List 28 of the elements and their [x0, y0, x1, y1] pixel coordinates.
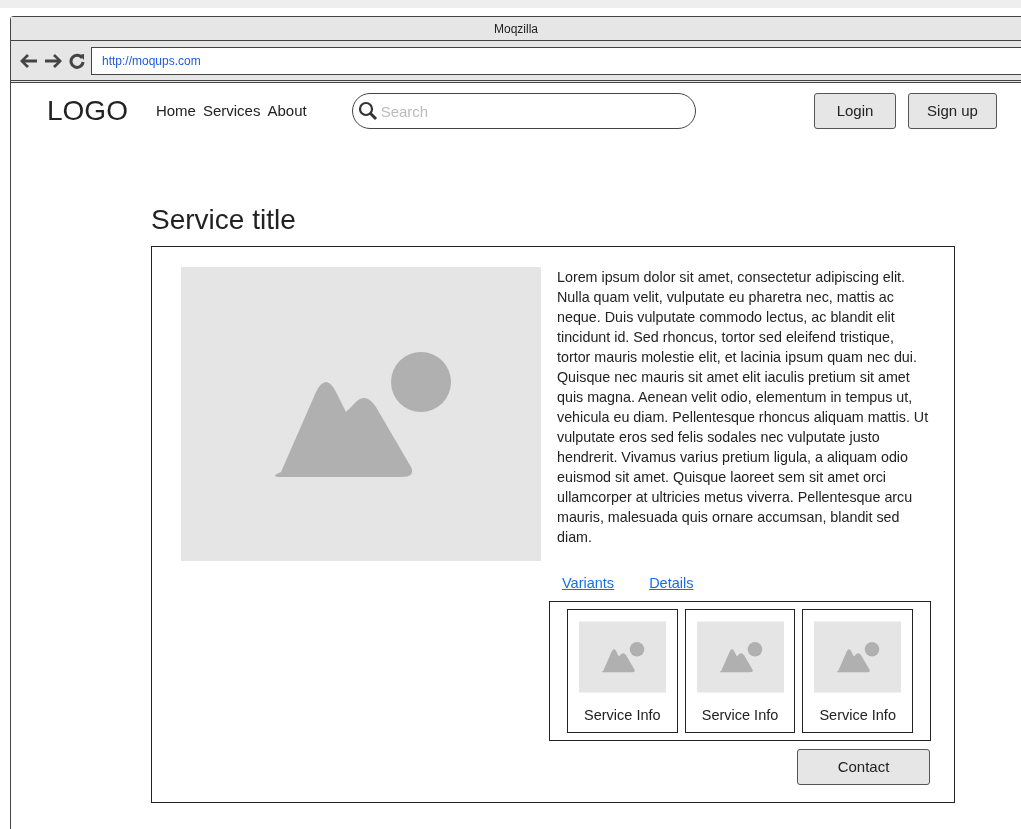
contact-button[interactable]: Contact: [797, 748, 930, 785]
search-icon: [357, 101, 378, 121]
reload-icon[interactable]: [69, 52, 85, 69]
card-label: Service Info: [701, 705, 779, 725]
back-icon[interactable]: [19, 52, 38, 69]
nav-link[interactable]: Services: [202, 99, 261, 123]
logo: LOGO: [47, 94, 128, 128]
forward-icon[interactable]: [44, 52, 63, 69]
nav-link[interactable]: Home: [155, 99, 196, 123]
sign-up-button[interactable]: Sign up: [908, 93, 997, 129]
description-text: Lorem ipsum dolor sit amet, consectetur adipiscing elit. Nulla quam velit, vulputate eu pharetra nec, mattis ac neque. Duis vulputate commodo lectus, ac blandit elit tincidunt id. Sed rhoncus, tortor sed eleifend tristique, tortor mauris molestie elit, et lacinia ipsum quam nec dui. Quisque nec mauris sit amet elit iaculis pretium sit amet quis magna. Aenean velit odio, elementum in tempus ut, vehicula eu diam. Pellentesque rhoncus aliquam mattis. Ut vulputate eros sed felis sodales nec vulputate justo hendrerit. Vivamus varius pretium ligula, a aliquam odio euismod sit amet. Quisque laoreet sem sit amet orci ullamcorper at ultricies metus viverra. Pellentesque arcu mauris, malesuada quis ornare accumsan, blandit sed diam.: [557, 267, 929, 547]
image-placeholder-icon: [181, 266, 541, 561]
window-title: Moqzilla: [11, 17, 1021, 41]
search-field[interactable]: Search: [351, 93, 696, 129]
tab-link[interactable]: Details: [649, 574, 694, 591]
service-card[interactable]: Service Info: [567, 608, 678, 733]
login-button[interactable]: Login: [814, 93, 896, 129]
card-label: Service Info: [584, 705, 661, 725]
card-label: Service Info: [819, 705, 896, 725]
image-placeholder-icon: [814, 618, 902, 695]
service-card[interactable]: Service Info: [684, 608, 796, 733]
address-field[interactable]: http://moqups.com: [91, 46, 1021, 75]
tab-link[interactable]: Variants: [562, 574, 615, 591]
page-title: Service title: [151, 205, 297, 236]
service-card[interactable]: Service Info: [802, 608, 913, 733]
nav-link[interactable]: About: [267, 99, 307, 123]
image-placeholder-icon: [696, 618, 784, 695]
image-placeholder-icon: [578, 618, 666, 695]
